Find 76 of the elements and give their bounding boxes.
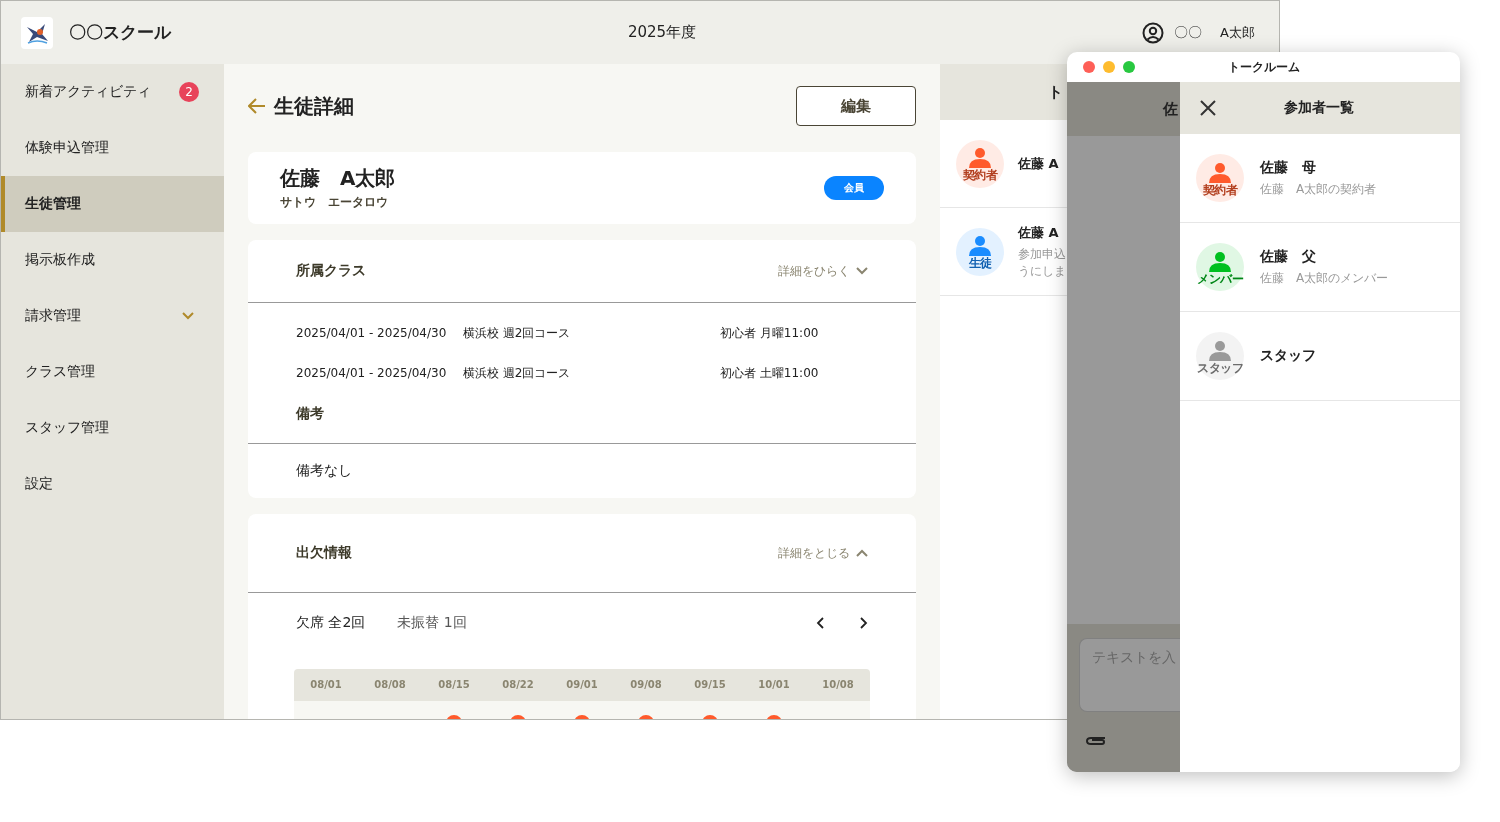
back-arrow-icon[interactable] (248, 98, 266, 114)
collapse-toggle[interactable]: 詳細をとじる (778, 544, 868, 562)
message-preview: うにしま (1018, 262, 1066, 280)
page-title: 生徒詳細 (274, 92, 354, 120)
date-header: 09/15 (678, 669, 742, 701)
class-course: 横浜校 週2回コース (463, 364, 572, 382)
user-first-name: A太郎 (1220, 23, 1255, 42)
absence-count: 欠席 全2回 (296, 614, 366, 632)
class-period: 2025/04/01 - 2025/04/30 (296, 366, 448, 380)
participant-relation: 佐藤 A太郎のメンバー (1260, 269, 1389, 287)
participant-item[interactable]: メンバー 佐藤 父 佐藤 A太郎のメンバー (1180, 223, 1460, 312)
edit-button[interactable]: 編集 (796, 86, 916, 126)
fiscal-year: 2025年度 (627, 23, 697, 42)
app-name: 〇〇スクール (69, 21, 173, 44)
chevron-down-icon[interactable] (182, 312, 194, 320)
user-account-icon[interactable] (1142, 21, 1165, 44)
close-icon[interactable] (1200, 100, 1216, 116)
room-name: 佐藤 A (1018, 223, 1060, 242)
sidebar-item[interactable]: 新着アクティビティ 2 (1, 64, 224, 120)
chat-panel-title: ト (1048, 82, 1063, 102)
chevron-left-icon[interactable] (816, 617, 824, 629)
close-window-button[interactable] (1083, 61, 1095, 73)
room-title: 佐 (1163, 99, 1178, 119)
class-course: 横浜校 週2回コース (463, 324, 572, 342)
date-header: 08/08 (358, 669, 422, 701)
user-last-name: 〇〇 (1174, 23, 1203, 42)
window-title: トークルーム (1227, 58, 1300, 76)
maximize-window-button[interactable] (1123, 61, 1135, 73)
class-period: 2025/04/01 - 2025/04/30 (296, 326, 448, 340)
participant-relation: 佐藤 A太郎の契約者 (1260, 180, 1377, 198)
student-kana: サトウ エータロウ (280, 194, 389, 211)
date-header: 08/15 (422, 669, 486, 701)
makeup-pending-count: 未振替 1回 (397, 614, 467, 632)
section-title: 出欠情報 (296, 544, 352, 562)
participant-item[interactable]: スタッフ スタッフ (1180, 312, 1460, 401)
chevron-down-icon[interactable] (856, 267, 868, 275)
avatar: スタッフ (1196, 332, 1244, 380)
sidebar-item[interactable]: 請求管理 (1, 288, 224, 344)
sidebar-item[interactable]: 設定 (1, 456, 224, 512)
member-badge: 会員 (824, 176, 884, 200)
chevron-right-icon[interactable] (860, 617, 868, 629)
drawer-title: 参加者一覧 (1284, 99, 1354, 117)
sidebar-item[interactable]: 生徒管理 (1, 176, 224, 232)
sidebar-item[interactable]: クラス管理 (1, 344, 224, 400)
expand-toggle[interactable]: 詳細をひらく (778, 262, 868, 280)
chevron-up-icon[interactable] (856, 549, 868, 557)
message-preview: 参加申込 (1018, 245, 1066, 263)
date-header: 09/01 (550, 669, 614, 701)
room-name: 佐藤 A (1018, 154, 1059, 173)
notes-text: 備考なし (295, 461, 353, 480)
avatar: 生徒 (956, 227, 1004, 276)
date-header: 08/01 (294, 669, 358, 701)
chat-room-item[interactable]: 生徒 佐藤 A 参加申込 うにしま (940, 208, 1067, 296)
student-name: 佐藤 A太郎 (280, 165, 396, 192)
class-slot: 初心者 月曜11:00 (720, 324, 819, 342)
date-header: 10/01 (742, 669, 806, 701)
notes-label: 備考 (248, 393, 916, 444)
avatar: 契約者 (956, 139, 1004, 188)
paperclip-icon[interactable] (1085, 734, 1107, 746)
participant-name: 佐藤 父 (1260, 247, 1317, 266)
notification-badge: 2 (179, 82, 199, 102)
bird-logo-icon (21, 16, 53, 49)
participant-name: 佐藤 母 (1260, 158, 1317, 177)
date-header: 10/08 (806, 669, 870, 701)
sidebar-item[interactable]: 掲示板作成 (1, 232, 224, 288)
participant-name: スタッフ (1260, 347, 1316, 365)
date-header: 09/08 (614, 669, 678, 701)
sidebar-item[interactable]: 体験申込管理 (1, 120, 224, 176)
date-header: 08/22 (486, 669, 550, 701)
participant-item[interactable]: 契約者 佐藤 母 佐藤 A太郎の契約者 (1180, 134, 1460, 223)
avatar: メンバー (1196, 243, 1244, 291)
section-title: 所属クラス (296, 262, 366, 280)
avatar: 契約者 (1196, 154, 1244, 202)
sidebar-item[interactable]: スタッフ管理 (1, 400, 224, 456)
class-slot: 初心者 土曜11:00 (720, 364, 819, 382)
chat-room-item[interactable]: 契約者 佐藤 A (940, 120, 1067, 208)
